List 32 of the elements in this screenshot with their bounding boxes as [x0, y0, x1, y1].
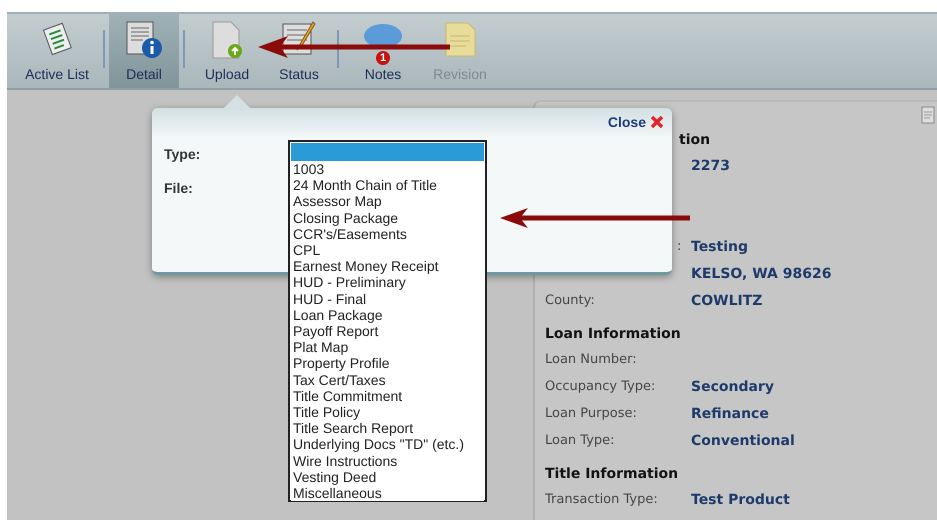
field-label: Loan Type: — [545, 433, 616, 448]
notification-badge: 1 — [376, 51, 390, 65]
toolbar-button[interactable]: Upload — [189, 14, 265, 88]
field-label: Loan Number: — [545, 352, 638, 367]
edit-icon[interactable] — [921, 106, 935, 124]
field-value: COWLITZ — [691, 292, 762, 308]
close-button[interactable]: Close — [608, 114, 664, 130]
popup-pointer — [224, 95, 250, 108]
close-icon — [650, 115, 664, 129]
toolbar-button[interactable]: Active List — [15, 14, 99, 88]
field-label: Occupancy Type: — [545, 379, 656, 394]
field-label: Loan Purpose: — [545, 406, 638, 421]
field-value: KELSO, WA 98626 — [691, 266, 832, 282]
field-value: 2273 — [691, 158, 730, 174]
field-value: Conventional — [691, 432, 795, 448]
section-heading: tion — [678, 132, 712, 150]
field-value: Refinance — [691, 406, 769, 422]
toolbar-button[interactable]: Detail — [109, 14, 179, 88]
field-value: Testing — [691, 238, 748, 254]
field-label: Transaction Type: — [545, 492, 659, 507]
field-label: Type: — [164, 146, 200, 162]
section-heading: Loan Information — [545, 326, 682, 344]
dropdown-option[interactable]: Miscellaneous — [291, 485, 484, 502]
field-value: Secondary — [691, 378, 774, 394]
field-label: County: — [545, 293, 596, 308]
field-label: File: — [164, 180, 193, 196]
type-dropdown-list[interactable] — [288, 140, 487, 502]
toolbar-button[interactable]: 1 Notes — [343, 14, 423, 88]
field-value: Test Product — [691, 492, 790, 508]
info-document-icon — [124, 20, 164, 60]
field-label: : — [676, 239, 682, 254]
section-heading: Title Information — [545, 466, 680, 484]
